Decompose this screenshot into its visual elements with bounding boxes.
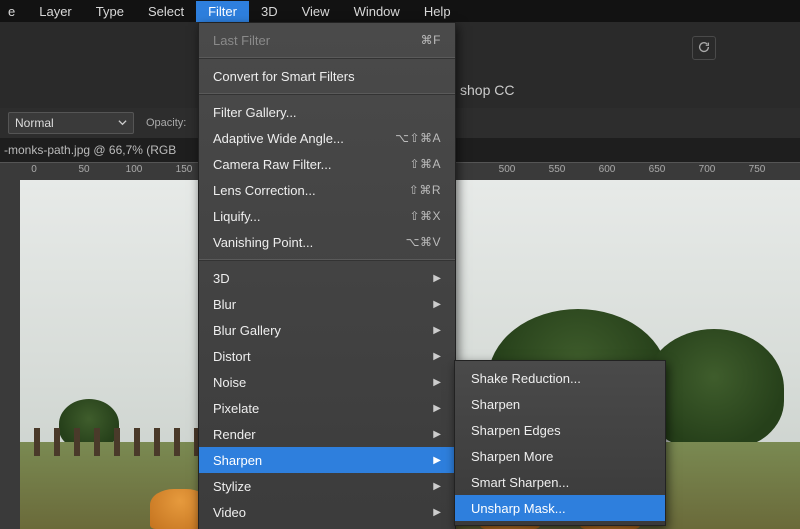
chevron-right-icon: ▶ xyxy=(433,377,441,388)
opacity-label: Opacity: xyxy=(146,117,186,129)
menubar-item-window[interactable]: Window xyxy=(342,1,412,22)
menu-item-last-filter: Last Filter ⌘F xyxy=(199,27,455,53)
menubar-item-3d[interactable]: 3D xyxy=(249,1,290,22)
blend-mode-select[interactable]: Normal xyxy=(8,112,134,134)
submenu-item-smart-sharpen[interactable]: Smart Sharpen... xyxy=(455,469,665,495)
submenu-item-shake-reduction[interactable]: Shake Reduction... xyxy=(455,365,665,391)
chevron-right-icon: ▶ xyxy=(433,403,441,414)
menu-item-noise[interactable]: Noise ▶ xyxy=(199,369,455,395)
document-tab-label: -monks-path.jpg @ 66,7% (RGB xyxy=(4,143,176,157)
ruler-number: 0 xyxy=(31,164,37,175)
ruler-number: 50 xyxy=(78,164,89,175)
blend-mode-value: Normal xyxy=(15,116,54,130)
menu-item-blur-gallery[interactable]: Blur Gallery ▶ xyxy=(199,317,455,343)
menubar-item-select[interactable]: Select xyxy=(136,1,196,22)
ruler-number: 150 xyxy=(176,164,193,175)
vertical-ruler xyxy=(0,180,21,529)
menubar-item-layer[interactable]: Layer xyxy=(27,1,84,22)
menu-item-pixelate[interactable]: Pixelate ▶ xyxy=(199,395,455,421)
menu-separator xyxy=(199,93,455,95)
ruler-number: 500 xyxy=(499,164,516,175)
menu-item-3d[interactable]: 3D ▶ xyxy=(199,265,455,291)
menu-item-other[interactable]: Other ▶ xyxy=(199,525,455,529)
chevron-right-icon: ▶ xyxy=(433,273,441,284)
refresh-button[interactable] xyxy=(692,36,716,60)
menubar-item-type[interactable]: Type xyxy=(84,1,136,22)
submenu-item-sharpen-edges[interactable]: Sharpen Edges xyxy=(455,417,665,443)
menu-separator xyxy=(199,259,455,261)
menu-item-blur[interactable]: Blur ▶ xyxy=(199,291,455,317)
chevron-right-icon: ▶ xyxy=(433,429,441,440)
ruler-number: 600 xyxy=(599,164,616,175)
chevron-down-icon xyxy=(118,116,127,130)
menu-item-liquify[interactable]: Liquify... ⇧⌘X xyxy=(199,203,455,229)
ruler-number: 100 xyxy=(126,164,143,175)
chevron-right-icon: ▶ xyxy=(433,299,441,310)
chevron-right-icon: ▶ xyxy=(433,507,441,518)
menubar-item-filter[interactable]: Filter xyxy=(196,1,249,22)
menu-item-camera-raw[interactable]: Camera Raw Filter... ⇧⌘A xyxy=(199,151,455,177)
app-title-partial: shop CC xyxy=(460,82,514,98)
menu-item-convert-smart-filters[interactable]: Convert for Smart Filters xyxy=(199,63,455,89)
menu-item-lens-correction[interactable]: Lens Correction... ⇧⌘R xyxy=(199,177,455,203)
menu-item-distort[interactable]: Distort ▶ xyxy=(199,343,455,369)
submenu-item-sharpen-more[interactable]: Sharpen More xyxy=(455,443,665,469)
menubar-item-help[interactable]: Help xyxy=(412,1,463,22)
filter-menu: Last Filter ⌘F Convert for Smart Filters… xyxy=(198,22,456,529)
menu-item-vanishing-point[interactable]: Vanishing Point... ⌥⌘V xyxy=(199,229,455,255)
chevron-right-icon: ▶ xyxy=(433,351,441,362)
sharpen-submenu: Shake Reduction... Sharpen Sharpen Edges… xyxy=(454,360,666,526)
menu-item-video[interactable]: Video ▶ xyxy=(199,499,455,525)
menubar: e Layer Type Select Filter 3D View Windo… xyxy=(0,0,800,22)
refresh-icon xyxy=(697,40,711,57)
chevron-right-icon: ▶ xyxy=(433,481,441,492)
ruler-number: 550 xyxy=(549,164,566,175)
ruler-number: 750 xyxy=(749,164,766,175)
menu-item-stylize[interactable]: Stylize ▶ xyxy=(199,473,455,499)
ruler-number: 650 xyxy=(649,164,666,175)
menu-item-sharpen[interactable]: Sharpen ▶ xyxy=(199,447,455,473)
app-root: e Layer Type Select Filter 3D View Windo… xyxy=(0,0,800,529)
menu-item-adaptive-wide-angle[interactable]: Adaptive Wide Angle... ⌥⇧⌘A xyxy=(199,125,455,151)
menubar-item-partial[interactable]: e xyxy=(2,1,27,22)
ruler-number: 700 xyxy=(699,164,716,175)
menu-separator xyxy=(199,57,455,59)
submenu-item-sharpen[interactable]: Sharpen xyxy=(455,391,665,417)
chevron-right-icon: ▶ xyxy=(433,325,441,336)
menubar-item-view[interactable]: View xyxy=(290,1,342,22)
menu-item-render[interactable]: Render ▶ xyxy=(199,421,455,447)
menu-item-filter-gallery[interactable]: Filter Gallery... xyxy=(199,99,455,125)
chevron-right-icon: ▶ xyxy=(433,455,441,466)
submenu-item-unsharp-mask[interactable]: Unsharp Mask... xyxy=(455,495,665,521)
